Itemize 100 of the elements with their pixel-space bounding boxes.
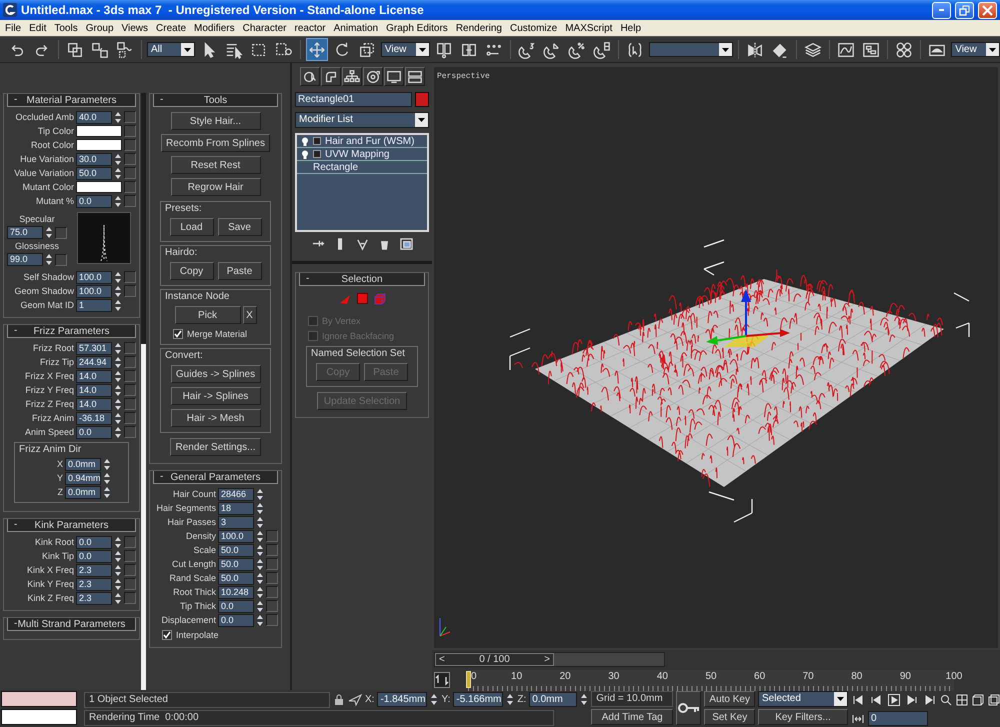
menu-item[interactable]: Graph Editors — [382, 22, 452, 34]
stack-item[interactable]: UVW Mapping — [297, 148, 427, 161]
command-button[interactable]: Save — [218, 218, 262, 236]
number-field[interactable]: 50.0 — [218, 544, 254, 556]
menu-item[interactable]: Modifiers — [190, 22, 239, 34]
number-field[interactable]: 2.3 — [76, 592, 112, 604]
key-filters-button[interactable]: Key Filters... — [758, 709, 848, 725]
modifier-list-dropdown[interactable]: Modifier List — [295, 112, 429, 128]
add-time-tag-button[interactable]: Add Time Tag — [591, 709, 674, 725]
number-field[interactable]: 50.0 — [218, 572, 254, 584]
number-field[interactable]: 50.0 — [218, 558, 254, 570]
number-field[interactable]: 3 — [218, 516, 254, 528]
menu-item[interactable]: Group — [82, 22, 118, 34]
rollout-header[interactable]: - General Parameters — [153, 471, 278, 484]
number-field[interactable]: 2.3 — [76, 564, 112, 576]
rollout-header[interactable]: -Multi Strand Parameters — [7, 618, 136, 631]
number-field[interactable]: 50.0 — [76, 166, 112, 180]
number-field[interactable]: 14.0 — [76, 384, 112, 396]
rollout-header[interactable]: - Tools — [153, 94, 278, 107]
pick-button[interactable]: Pick — [174, 306, 240, 324]
collapse-sign[interactable]: - — [306, 273, 310, 284]
number-field[interactable]: 100.0 — [76, 270, 112, 284]
rollout-header[interactable]: - Frizz Parameters — [7, 325, 136, 338]
number-field[interactable]: 75.0 — [7, 226, 43, 239]
menu-item[interactable]: Character — [238, 22, 291, 34]
command-button[interactable]: Hair -> Mesh — [170, 409, 260, 427]
menu-item[interactable]: Help — [616, 22, 646, 34]
command-button[interactable]: Hair -> Splines — [170, 387, 260, 405]
menu-item[interactable]: MAXScript — [561, 22, 616, 34]
collapse-sign[interactable]: - — [14, 618, 18, 629]
number-field[interactable]: 14.0 — [76, 370, 112, 382]
collapse-sign[interactable]: - — [160, 94, 164, 105]
number-field[interactable]: 2.3 — [76, 578, 112, 590]
dropdown[interactable]: View — [951, 42, 1000, 57]
command-button[interactable]: Style Hair... — [170, 112, 260, 130]
rollout-title: Selection — [341, 274, 383, 284]
number-field[interactable]: 99.0 — [7, 253, 43, 266]
stack-item[interactable]: Rectangle — [297, 161, 427, 174]
number-field[interactable]: 0.0 — [218, 614, 254, 626]
menu-item[interactable]: Create — [152, 22, 190, 34]
number-field[interactable]: 0.0 — [76, 536, 112, 548]
rollout-header[interactable]: - Kink Parameters — [7, 519, 136, 532]
number-field[interactable]: 0.94mm — [65, 472, 101, 484]
menu-item[interactable]: reactor — [290, 22, 330, 34]
command-button[interactable]: Reset Rest — [170, 156, 260, 174]
command-button[interactable]: Regrow Hair — [170, 178, 260, 196]
number-field[interactable]: 100.0 — [76, 284, 112, 298]
time-slider-track[interactable]: < 0 / 100 > — [434, 652, 665, 667]
menu-item[interactable]: File — [1, 22, 26, 34]
dropdown[interactable]: All — [147, 42, 195, 57]
menu-item[interactable]: Customize — [506, 22, 562, 34]
menu-item[interactable]: Rendering — [452, 22, 506, 34]
number-field[interactable]: 244.94 — [76, 356, 112, 368]
set-key-button[interactable]: Set Key — [704, 709, 755, 725]
number-field[interactable]: 30.0 — [76, 152, 112, 166]
number-field[interactable]: 57.301 — [76, 342, 112, 354]
command-button[interactable]: Load — [170, 218, 214, 236]
number-field[interactable]: 0.0 — [76, 550, 112, 562]
number-field[interactable]: 18 — [218, 502, 254, 514]
number-field[interactable]: 0.0 — [218, 600, 254, 612]
rollout-header[interactable]: - Selection — [299, 273, 425, 286]
command-button[interactable]: Copy — [170, 262, 214, 280]
rollout-header[interactable]: - Material Parameters — [7, 94, 136, 107]
current-frame-field[interactable]: 0 — [868, 711, 928, 726]
number-field[interactable]: 14.0 — [76, 398, 112, 410]
menu-item[interactable]: Animation — [330, 22, 382, 34]
coordinate-field[interactable]: -5.166mm — [453, 692, 504, 707]
viewport-label: Perspective — [437, 72, 490, 81]
number-field[interactable]: 0.0mm — [65, 458, 101, 470]
next-frame-button[interactable]: > — [541, 654, 553, 666]
menu-item[interactable]: Edit — [25, 22, 50, 34]
coordinate-field[interactable]: 0.0mm — [529, 692, 578, 707]
number-field[interactable]: 40.0 — [76, 110, 112, 124]
auto-key-button[interactable]: Auto Key — [704, 691, 755, 707]
number-field[interactable]: 0.0mm — [65, 486, 101, 498]
object-name-field[interactable]: Rectangle01 — [295, 92, 412, 107]
command-button[interactable]: Paste — [218, 262, 262, 280]
collapse-sign[interactable]: - — [14, 94, 18, 105]
menu-item[interactable]: Views — [118, 22, 152, 34]
previous-frame-button[interactable]: < — [436, 654, 448, 666]
number-field[interactable]: -36.18 — [76, 412, 112, 424]
stack-item[interactable]: Hair and Fur (WSM) — [297, 135, 427, 148]
number-field[interactable]: 0.0 — [76, 194, 112, 208]
number-field[interactable]: 0.0 — [76, 426, 112, 438]
collapse-sign[interactable]: - — [14, 519, 18, 530]
number-field[interactable]: 100.0 — [218, 530, 254, 542]
clear-button[interactable]: X — [242, 306, 256, 324]
number-field[interactable]: 10.248 — [218, 586, 254, 598]
number-field[interactable]: 28466 — [218, 488, 254, 500]
time-slider-handle[interactable]: < 0 / 100 > — [435, 653, 554, 666]
key-set-dropdown[interactable]: Selected — [758, 691, 848, 707]
collapse-sign[interactable]: - — [14, 325, 18, 336]
menu-item[interactable]: Tools — [50, 22, 82, 34]
coordinate-field[interactable]: -1.845mm — [377, 692, 428, 707]
command-button[interactable]: Guides -> Splines — [170, 365, 260, 383]
collapse-sign[interactable]: - — [160, 471, 164, 482]
command-button[interactable]: Render Settings... — [170, 438, 261, 456]
command-button[interactable]: Recomb From Splines — [161, 134, 270, 152]
number-field[interactable]: 1 — [76, 298, 112, 312]
dropdown[interactable]: View — [380, 42, 430, 57]
